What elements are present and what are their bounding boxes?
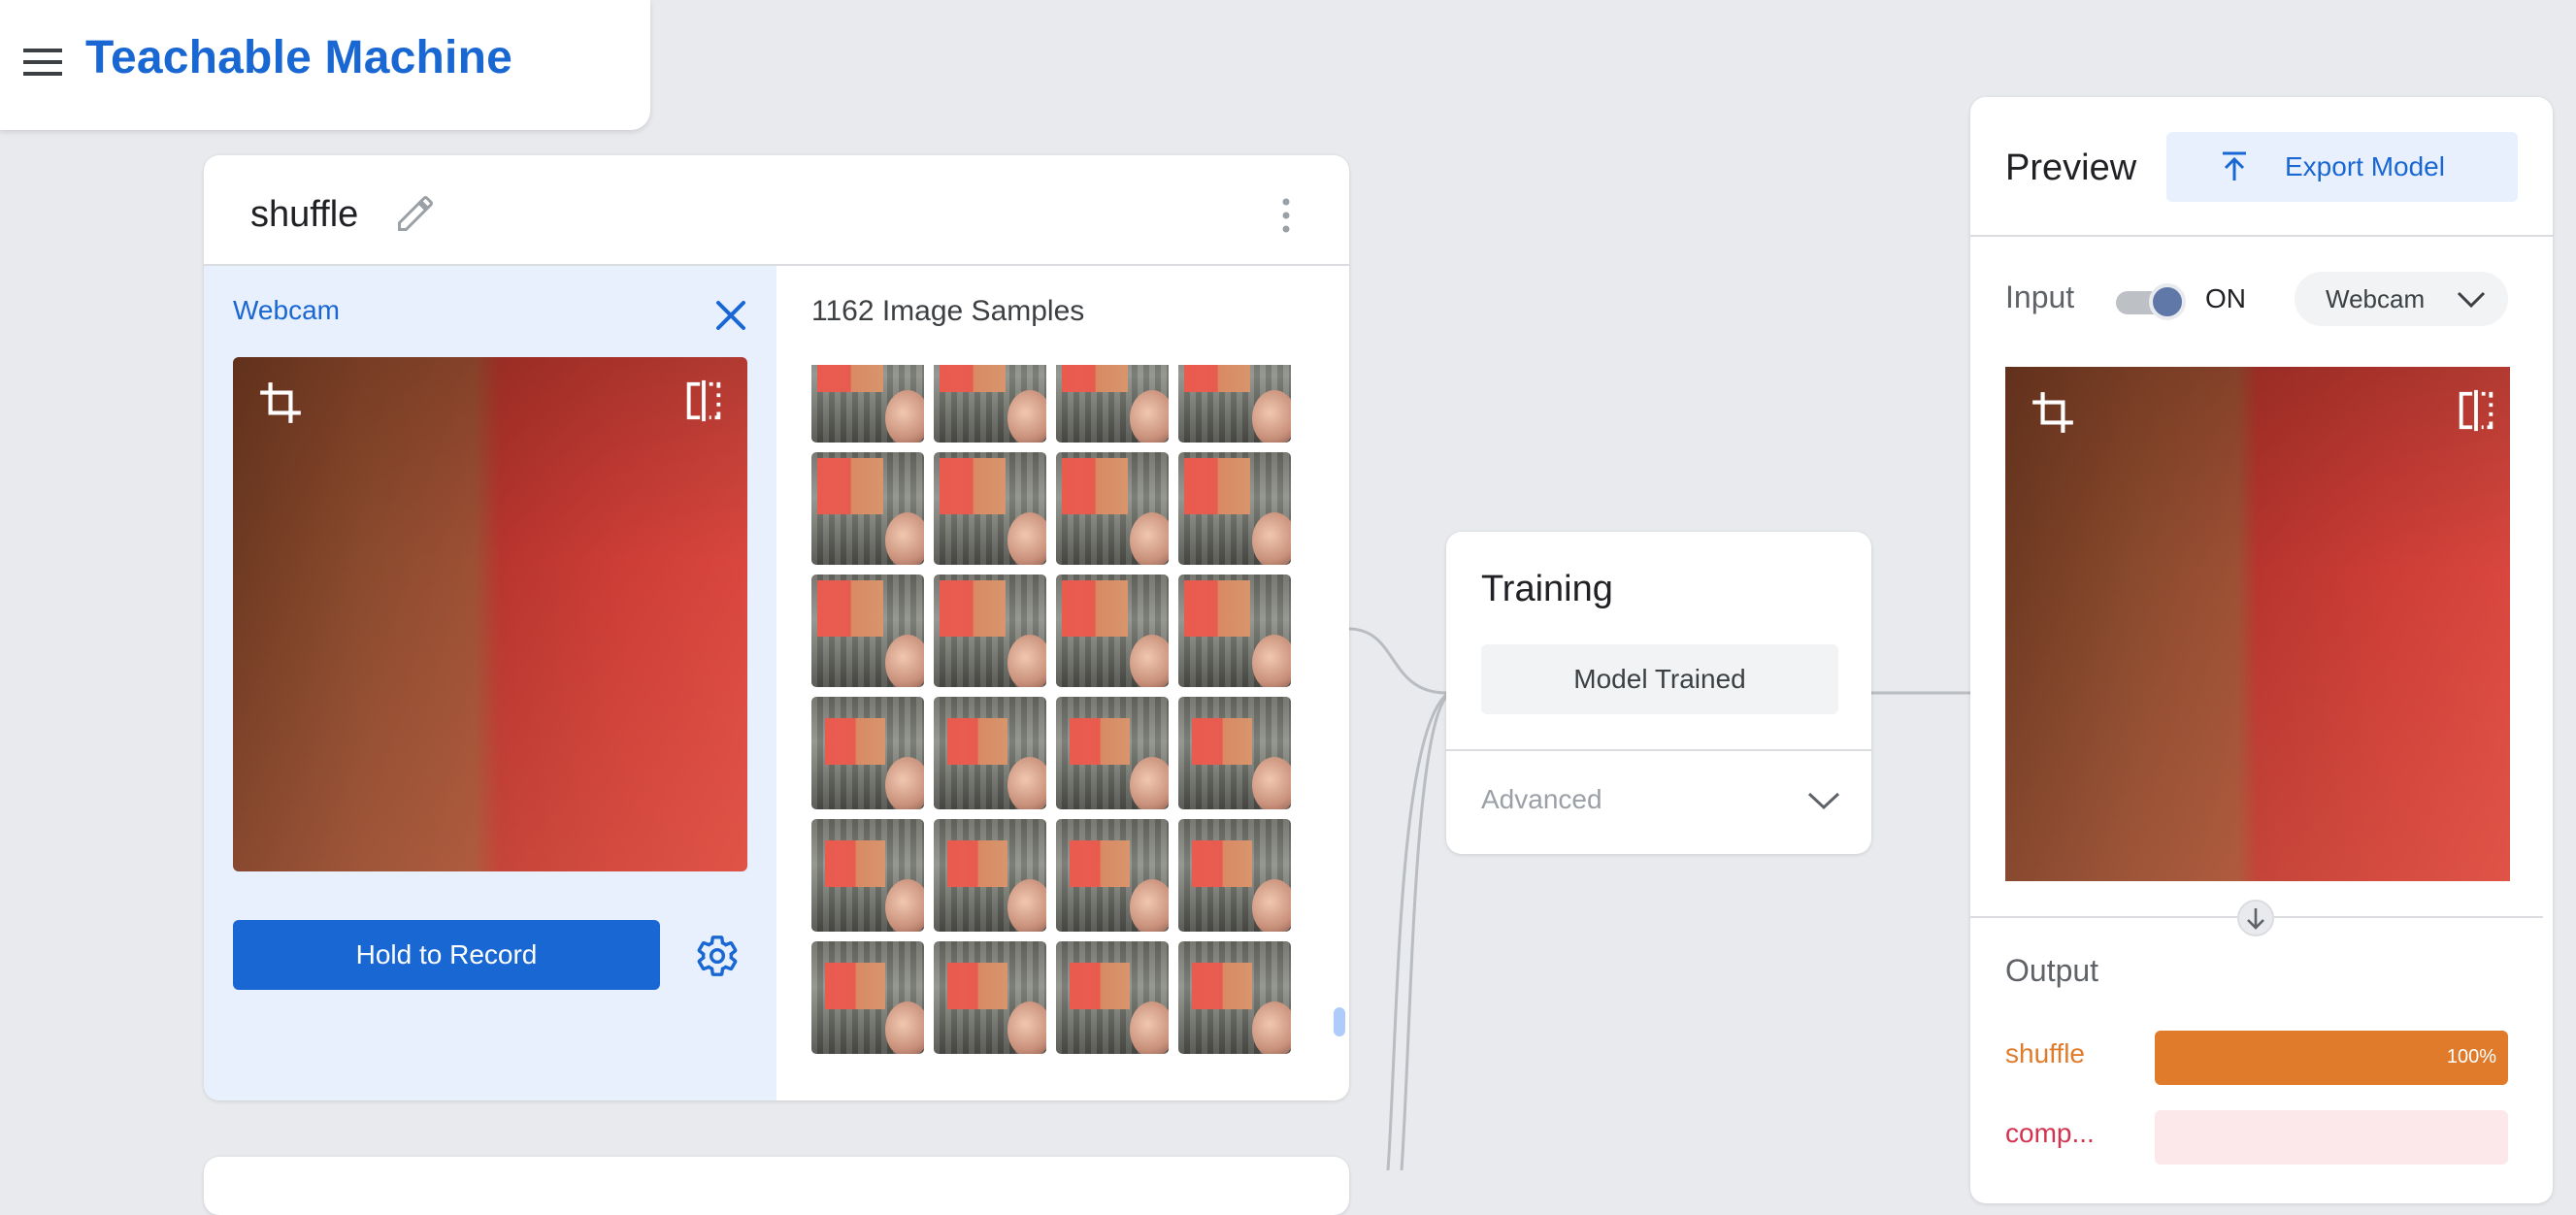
output-percent: 100% [2446,1046,2496,1067]
model-trained-button[interactable]: Model Trained [1481,644,1838,714]
chevron-down-icon [1805,786,1842,815]
edit-icon[interactable] [394,192,437,235]
output-class-label: shuffle [2005,1038,2085,1068]
hold-to-record-button[interactable]: Hold to Record [233,920,660,990]
sample-thumbnail[interactable] [1056,697,1169,809]
upload-icon [2217,149,2252,184]
flip-icon[interactable] [2454,388,2498,433]
preview-title: Preview [2005,148,2137,188]
settings-icon[interactable] [695,934,740,978]
input-label: Input [2005,279,2075,314]
class-card-2 [204,1157,1349,1215]
input-source-select[interactable]: Webcam [2295,272,2508,326]
sample-thumbnail[interactable] [811,452,924,565]
webcam-panel: Webcam Hold to Record [204,266,776,1100]
sample-thumbnail[interactable] [811,819,924,932]
crop-icon[interactable] [2029,388,2077,437]
preview-divider [1970,235,2553,237]
output-class-label: comp... [2005,1118,2095,1148]
samples-grid [811,365,1303,1100]
input-source-label: Webcam [2326,284,2426,313]
samples-grid-inner [811,365,1291,1054]
crop-icon[interactable] [256,378,305,427]
advanced-label: Advanced [1481,784,1602,814]
toggle-knob [2149,283,2186,320]
sample-thumbnail[interactable] [1056,819,1169,932]
output-label: Output [2005,953,2099,988]
preview-card: Preview Export Model Input ON Webcam Out… [1970,97,2553,1203]
chevron-down-icon [2456,285,2487,312]
advanced-toggle[interactable]: Advanced [1446,751,1871,854]
samples-scrollbar[interactable] [1334,1007,1345,1036]
export-model-button[interactable]: Export Model [2166,132,2518,202]
class-name[interactable]: shuffle [250,194,358,236]
sample-thumbnail[interactable] [934,819,1046,932]
webcam-feed [233,357,747,871]
flip-icon[interactable] [681,378,726,423]
sample-thumbnail[interactable] [1178,452,1291,565]
sample-thumbnail[interactable] [934,575,1046,687]
sample-thumbnail[interactable] [1056,575,1169,687]
sample-thumbnail[interactable] [934,365,1046,443]
sample-thumbnail[interactable] [1056,452,1169,565]
sample-thumbnail[interactable] [1178,819,1291,932]
sample-thumbnail[interactable] [811,575,924,687]
sample-thumbnail[interactable] [1056,365,1169,443]
sample-thumbnail[interactable] [1056,941,1169,1054]
sample-thumbnail[interactable] [811,365,924,443]
preview-webcam-feed [2005,367,2510,881]
samples-title: 1162 Image Samples [811,295,1085,327]
output-confidence-bar: 100% [2155,1031,2508,1085]
export-model-label: Export Model [2285,151,2445,181]
sample-thumbnail[interactable] [934,452,1046,565]
sample-thumbnail[interactable] [811,941,924,1054]
training-card: Training Model Trained Advanced [1446,532,1871,854]
close-icon[interactable] [712,297,749,334]
output-confidence-bar [2155,1110,2508,1165]
sample-thumbnail[interactable] [1178,697,1291,809]
sample-thumbnail[interactable] [811,697,924,809]
sample-thumbnail[interactable] [934,697,1046,809]
webcam-label: Webcam [233,295,340,325]
sample-thumbnail[interactable] [934,941,1046,1054]
sample-thumbnail[interactable] [1178,941,1291,1054]
sample-thumbnail[interactable] [1178,365,1291,443]
app-title[interactable]: Teachable Machine [85,31,512,84]
arrow-down-icon [2236,899,2275,937]
toggle-state-label: ON [2205,283,2246,313]
class-card: shuffle Webcam Hold to Record 1162 Image… [204,155,1349,1100]
sample-thumbnail[interactable] [1178,575,1291,687]
input-toggle[interactable] [2112,281,2186,324]
app-header: Teachable Machine [0,0,650,130]
training-title: Training [1481,569,1613,609]
menu-icon[interactable] [21,45,64,80]
more-vert-icon[interactable] [1271,196,1301,235]
